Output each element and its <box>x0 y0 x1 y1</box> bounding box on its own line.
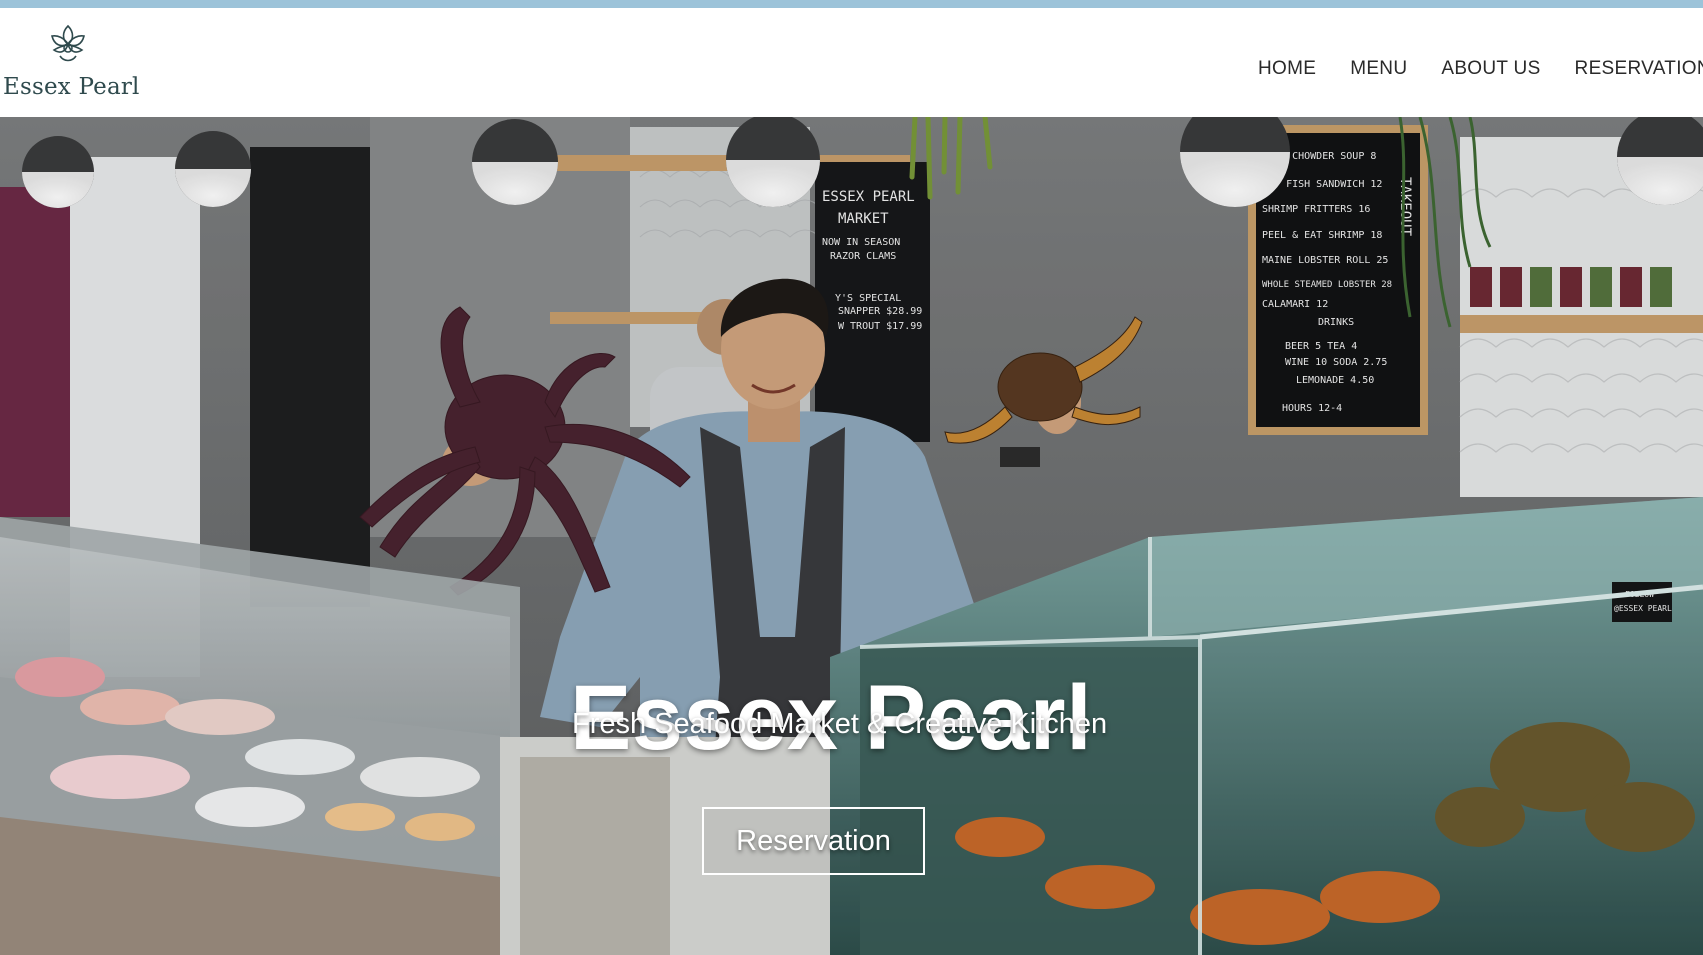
nav-reservation[interactable]: RESERVATION <box>1575 58 1703 88</box>
nav-about-us[interactable]: ABOUT US <box>1441 58 1540 88</box>
hero-section: ESSEX PEARL MARKET NOW IN SEASON RAZOR C… <box>0 117 1703 955</box>
nav-menu[interactable]: MENU <box>1350 58 1407 88</box>
hero-subtitle: Fresh Seafood Market & Creative Kitchen <box>572 708 1108 740</box>
logo[interactable]: Essex Pearl <box>0 22 140 102</box>
top-accent-strip <box>0 0 1703 8</box>
pearl-shell-icon <box>51 24 85 62</box>
site-header: Essex Pearl HOME MENU ABOUT US RESERVATI… <box>0 8 1703 117</box>
reservation-button[interactable]: Reservation <box>702 807 925 875</box>
brand-name: Essex Pearl <box>3 74 140 100</box>
nav-home[interactable]: HOME <box>1258 58 1316 88</box>
main-navigation: HOME MENU ABOUT US RESERVATION <box>1258 58 1703 88</box>
